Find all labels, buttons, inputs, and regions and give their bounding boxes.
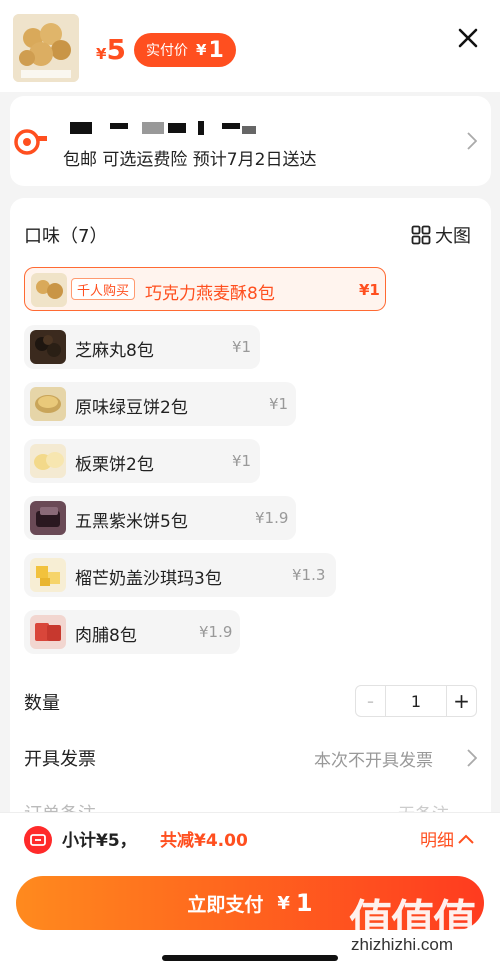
- flavor-thumbnail: [30, 615, 66, 649]
- original-price: ¥5: [96, 33, 126, 66]
- flavor-price: ¥1: [232, 452, 252, 470]
- detail-label: 明细: [420, 831, 454, 851]
- flavor-name: 榴芒奶盖沙琪玛3包: [75, 569, 222, 589]
- flavor-section-title: 口味（7）: [24, 226, 108, 247]
- popular-badge: 千人购买: [71, 278, 136, 300]
- discount-total: 共减¥4.00: [160, 831, 248, 851]
- flavor-thumbnail: [30, 444, 66, 478]
- flavor-name: 巧克力燕麦酥8包: [145, 284, 275, 304]
- product-thumbnail: [13, 14, 79, 82]
- flavor-name: 肉脯8包: [75, 626, 137, 646]
- flavor-name: 板栗饼2包: [75, 455, 154, 475]
- flavor-thumbnail: [31, 273, 67, 307]
- flavor-option[interactable]: 芝麻丸8包 ¥1: [24, 325, 260, 369]
- big-view-toggle[interactable]: 大图: [411, 222, 471, 248]
- flavor-thumbnail: [30, 330, 66, 364]
- quantity-stepper: - 1 +: [355, 685, 477, 717]
- flavor-thumbnail: [30, 558, 66, 592]
- flavor-option[interactable]: 原味绿豆饼2包 ¥1: [24, 382, 296, 426]
- flavor-price: ¥1: [232, 338, 252, 356]
- site-watermark: 值值值 zhizhizhi.com: [349, 885, 494, 965]
- flavor-name: 五黑紫米饼5包: [75, 512, 188, 532]
- order-note-value: 无备注: [398, 800, 449, 812]
- flavor-option[interactable]: 榴芒奶盖沙琪玛3包 ¥1.3: [24, 553, 336, 597]
- close-icon: [458, 28, 478, 48]
- grid-icon: [411, 225, 431, 245]
- home-indicator: [162, 955, 338, 961]
- subtotal: 小计¥5，: [62, 831, 137, 851]
- flavor-thumbnail: [30, 387, 66, 421]
- invoice-label: 开具发票: [24, 749, 96, 770]
- decrease-button[interactable]: -: [356, 686, 386, 716]
- close-button[interactable]: [456, 26, 480, 50]
- real-price-badge: 实付价 ¥ 1: [134, 33, 236, 67]
- flavor-option[interactable]: 肉脯8包 ¥1.9: [24, 610, 240, 654]
- flavor-name: 原味绿豆饼2包: [75, 398, 188, 418]
- watermark-text: zhizhizhi.com: [351, 935, 454, 954]
- increase-button[interactable]: +: [446, 686, 476, 716]
- coupon-icon: [24, 826, 52, 854]
- chevron-up-icon: [458, 834, 474, 844]
- address-redacted: [64, 120, 264, 140]
- flavor-price: ¥1.3: [292, 566, 326, 584]
- quantity-label: 数量: [24, 693, 60, 714]
- order-note-row[interactable]: 订单备注 无备注: [24, 800, 480, 812]
- flavor-price: ¥1: [359, 281, 380, 299]
- quantity-value[interactable]: 1: [386, 686, 446, 716]
- location-icon: [14, 127, 48, 157]
- price-detail-toggle[interactable]: 明细: [420, 826, 474, 851]
- invoice-value[interactable]: 本次不开具发票: [314, 746, 433, 771]
- order-note-label: 订单备注: [24, 800, 96, 812]
- flavor-name: 芝麻丸8包: [75, 341, 154, 361]
- flavor-thumbnail: [30, 501, 66, 535]
- flavor-price: ¥1.9: [199, 623, 233, 641]
- address-card[interactable]: [10, 96, 491, 186]
- flavor-option[interactable]: 五黑紫米饼5包 ¥1.9: [24, 496, 296, 540]
- flavor-price: ¥1: [269, 395, 289, 413]
- big-view-label: 大图: [435, 226, 471, 247]
- chevron-right-icon: [467, 749, 478, 767]
- flavor-price: ¥1.9: [255, 509, 289, 527]
- flavor-option[interactable]: 板栗饼2包 ¥1: [24, 439, 260, 483]
- flavor-option-selected[interactable]: 千人购买 巧克力燕麦酥8包 ¥1: [24, 267, 386, 311]
- delivery-info: 包邮 可选运费险 预计7月2日送达: [63, 150, 317, 170]
- chevron-right-icon: [467, 132, 478, 150]
- sku-header: ¥5 实付价 ¥ 1: [0, 0, 500, 92]
